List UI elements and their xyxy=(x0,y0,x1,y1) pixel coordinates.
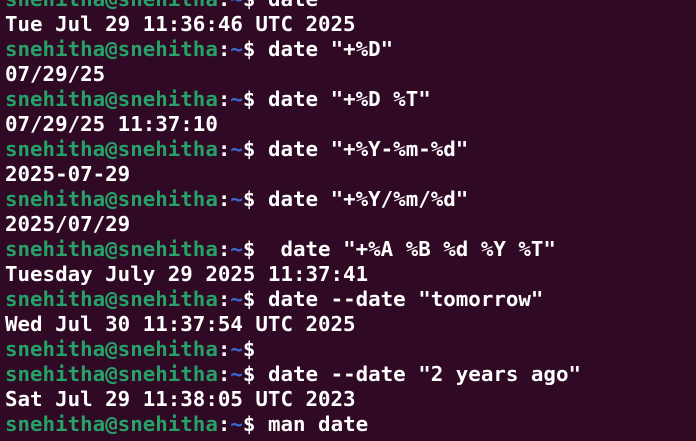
output-line: Wed Jul 30 11:37:54 UTC 2025 xyxy=(5,312,581,337)
command-text: man date xyxy=(255,412,369,436)
prompt-separator: : xyxy=(217,37,231,61)
prompt-user: snehitha@snehitha xyxy=(5,287,218,311)
prompt-symbol: $ xyxy=(242,237,256,261)
prompt-separator: : xyxy=(217,137,231,161)
terminal-output: snehitha@snehitha:~$ dateTue Jul 29 11:3… xyxy=(5,0,581,437)
prompt-symbol: $ xyxy=(243,0,256,11)
output-text: Sat Jul 29 11:38:05 UTC 2023 xyxy=(5,387,356,411)
prompt-user: snehitha@snehitha xyxy=(5,237,218,261)
prompt-user: snehitha@snehitha xyxy=(5,37,218,61)
prompt-path: ~ xyxy=(230,412,243,436)
output-line: Sat Jul 29 11:38:05 UTC 2023 xyxy=(5,387,581,412)
prompt-path: ~ xyxy=(230,187,243,211)
prompt-symbol: $ xyxy=(242,87,256,111)
prompt-line: snehitha@snehitha:~$ date "+%Y-%m-%d" xyxy=(5,137,581,162)
prompt-symbol: $ xyxy=(242,362,256,386)
prompt-line: snehitha@snehitha:~$ date --date "2 year… xyxy=(5,362,581,387)
prompt-line: snehitha@snehitha:~$ man date xyxy=(5,412,581,437)
prompt-line: snehitha@snehitha:~$ date "+%A %B %d %Y … xyxy=(5,237,581,262)
prompt-user: snehitha@snehitha xyxy=(5,362,218,386)
prompt-user: snehitha@snehitha xyxy=(5,337,218,361)
prompt-path: ~ xyxy=(230,37,243,61)
prompt-path: ~ xyxy=(230,137,243,161)
prompt-line: snehitha@snehitha:~$ date xyxy=(5,0,581,12)
prompt-separator: : xyxy=(217,87,231,111)
prompt-symbol: $ xyxy=(242,37,256,61)
output-line: 07/29/25 xyxy=(5,62,581,87)
prompt-line: snehitha@snehitha:~$ date "+%D" xyxy=(5,37,581,62)
command-text: date xyxy=(255,0,318,11)
prompt-symbol: $ xyxy=(242,287,256,311)
prompt-line: snehitha@snehitha:~$ date "+%Y/%m/%d" xyxy=(5,187,581,212)
prompt-symbol: $ xyxy=(242,187,256,211)
output-line: 2025-07-29 xyxy=(5,162,581,187)
output-text: Tue Jul 29 11:36:46 UTC 2025 xyxy=(5,12,356,36)
prompt-separator: : xyxy=(217,337,231,361)
prompt-separator: : xyxy=(217,412,231,436)
command-text: date "+%D %T" xyxy=(255,87,431,111)
command-text: date "+%A %B %d %Y %T" xyxy=(255,237,556,261)
command-text: date "+%Y/%m/%d" xyxy=(255,187,469,211)
prompt-line: snehitha@snehitha:~$ xyxy=(5,337,581,362)
command-text: date "+%D" xyxy=(255,37,394,61)
prompt-separator: : xyxy=(218,0,231,11)
output-line: 07/29/25 11:37:10 xyxy=(5,112,581,137)
output-line: 2025/07/29 xyxy=(5,212,581,237)
prompt-path: ~ xyxy=(230,362,243,386)
prompt-symbol: $ xyxy=(242,337,256,361)
prompt-separator: : xyxy=(217,187,231,211)
prompt-symbol: $ xyxy=(242,137,256,161)
prompt-line: snehitha@snehitha:~$ date --date "tomorr… xyxy=(5,287,581,312)
command-text: date --date "tomorrow" xyxy=(255,287,544,311)
prompt-separator: : xyxy=(217,237,231,261)
prompt-path: ~ xyxy=(230,237,243,261)
prompt-user: snehitha@snehitha xyxy=(5,87,218,111)
output-text: 07/29/25 11:37:10 xyxy=(5,112,218,136)
prompt-user: snehitha@snehitha xyxy=(5,412,218,436)
output-line: Tue Jul 29 11:36:46 UTC 2025 xyxy=(5,12,581,37)
output-text: 2025/07/29 xyxy=(5,212,131,236)
output-text: 07/29/25 xyxy=(5,62,106,86)
prompt-user: snehitha@snehitha xyxy=(5,187,218,211)
prompt-separator: : xyxy=(217,287,231,311)
prompt-user: snehitha@snehitha xyxy=(5,0,218,11)
terminal-window[interactable]: snehitha@snehitha:~$ dateTue Jul 29 11:3… xyxy=(0,0,696,441)
prompt-path: ~ xyxy=(230,87,243,111)
prompt-path: ~ xyxy=(230,287,243,311)
command-text: date "+%Y-%m-%d" xyxy=(255,137,469,161)
prompt-line: snehitha@snehitha:~$ date "+%D %T" xyxy=(5,87,581,112)
prompt-path: ~ xyxy=(230,0,243,11)
output-text: Tuesday July 29 2025 11:37:41 xyxy=(5,262,369,286)
prompt-path: ~ xyxy=(230,337,243,361)
prompt-user: snehitha@snehitha xyxy=(5,137,218,161)
prompt-separator: : xyxy=(217,362,231,386)
prompt-symbol: $ xyxy=(242,412,256,436)
command-text: date --date "2 years ago" xyxy=(255,362,581,386)
output-line: Tuesday July 29 2025 11:37:41 xyxy=(5,262,581,287)
output-text: 2025-07-29 xyxy=(5,162,131,186)
output-text: Wed Jul 30 11:37:54 UTC 2025 xyxy=(5,312,356,336)
